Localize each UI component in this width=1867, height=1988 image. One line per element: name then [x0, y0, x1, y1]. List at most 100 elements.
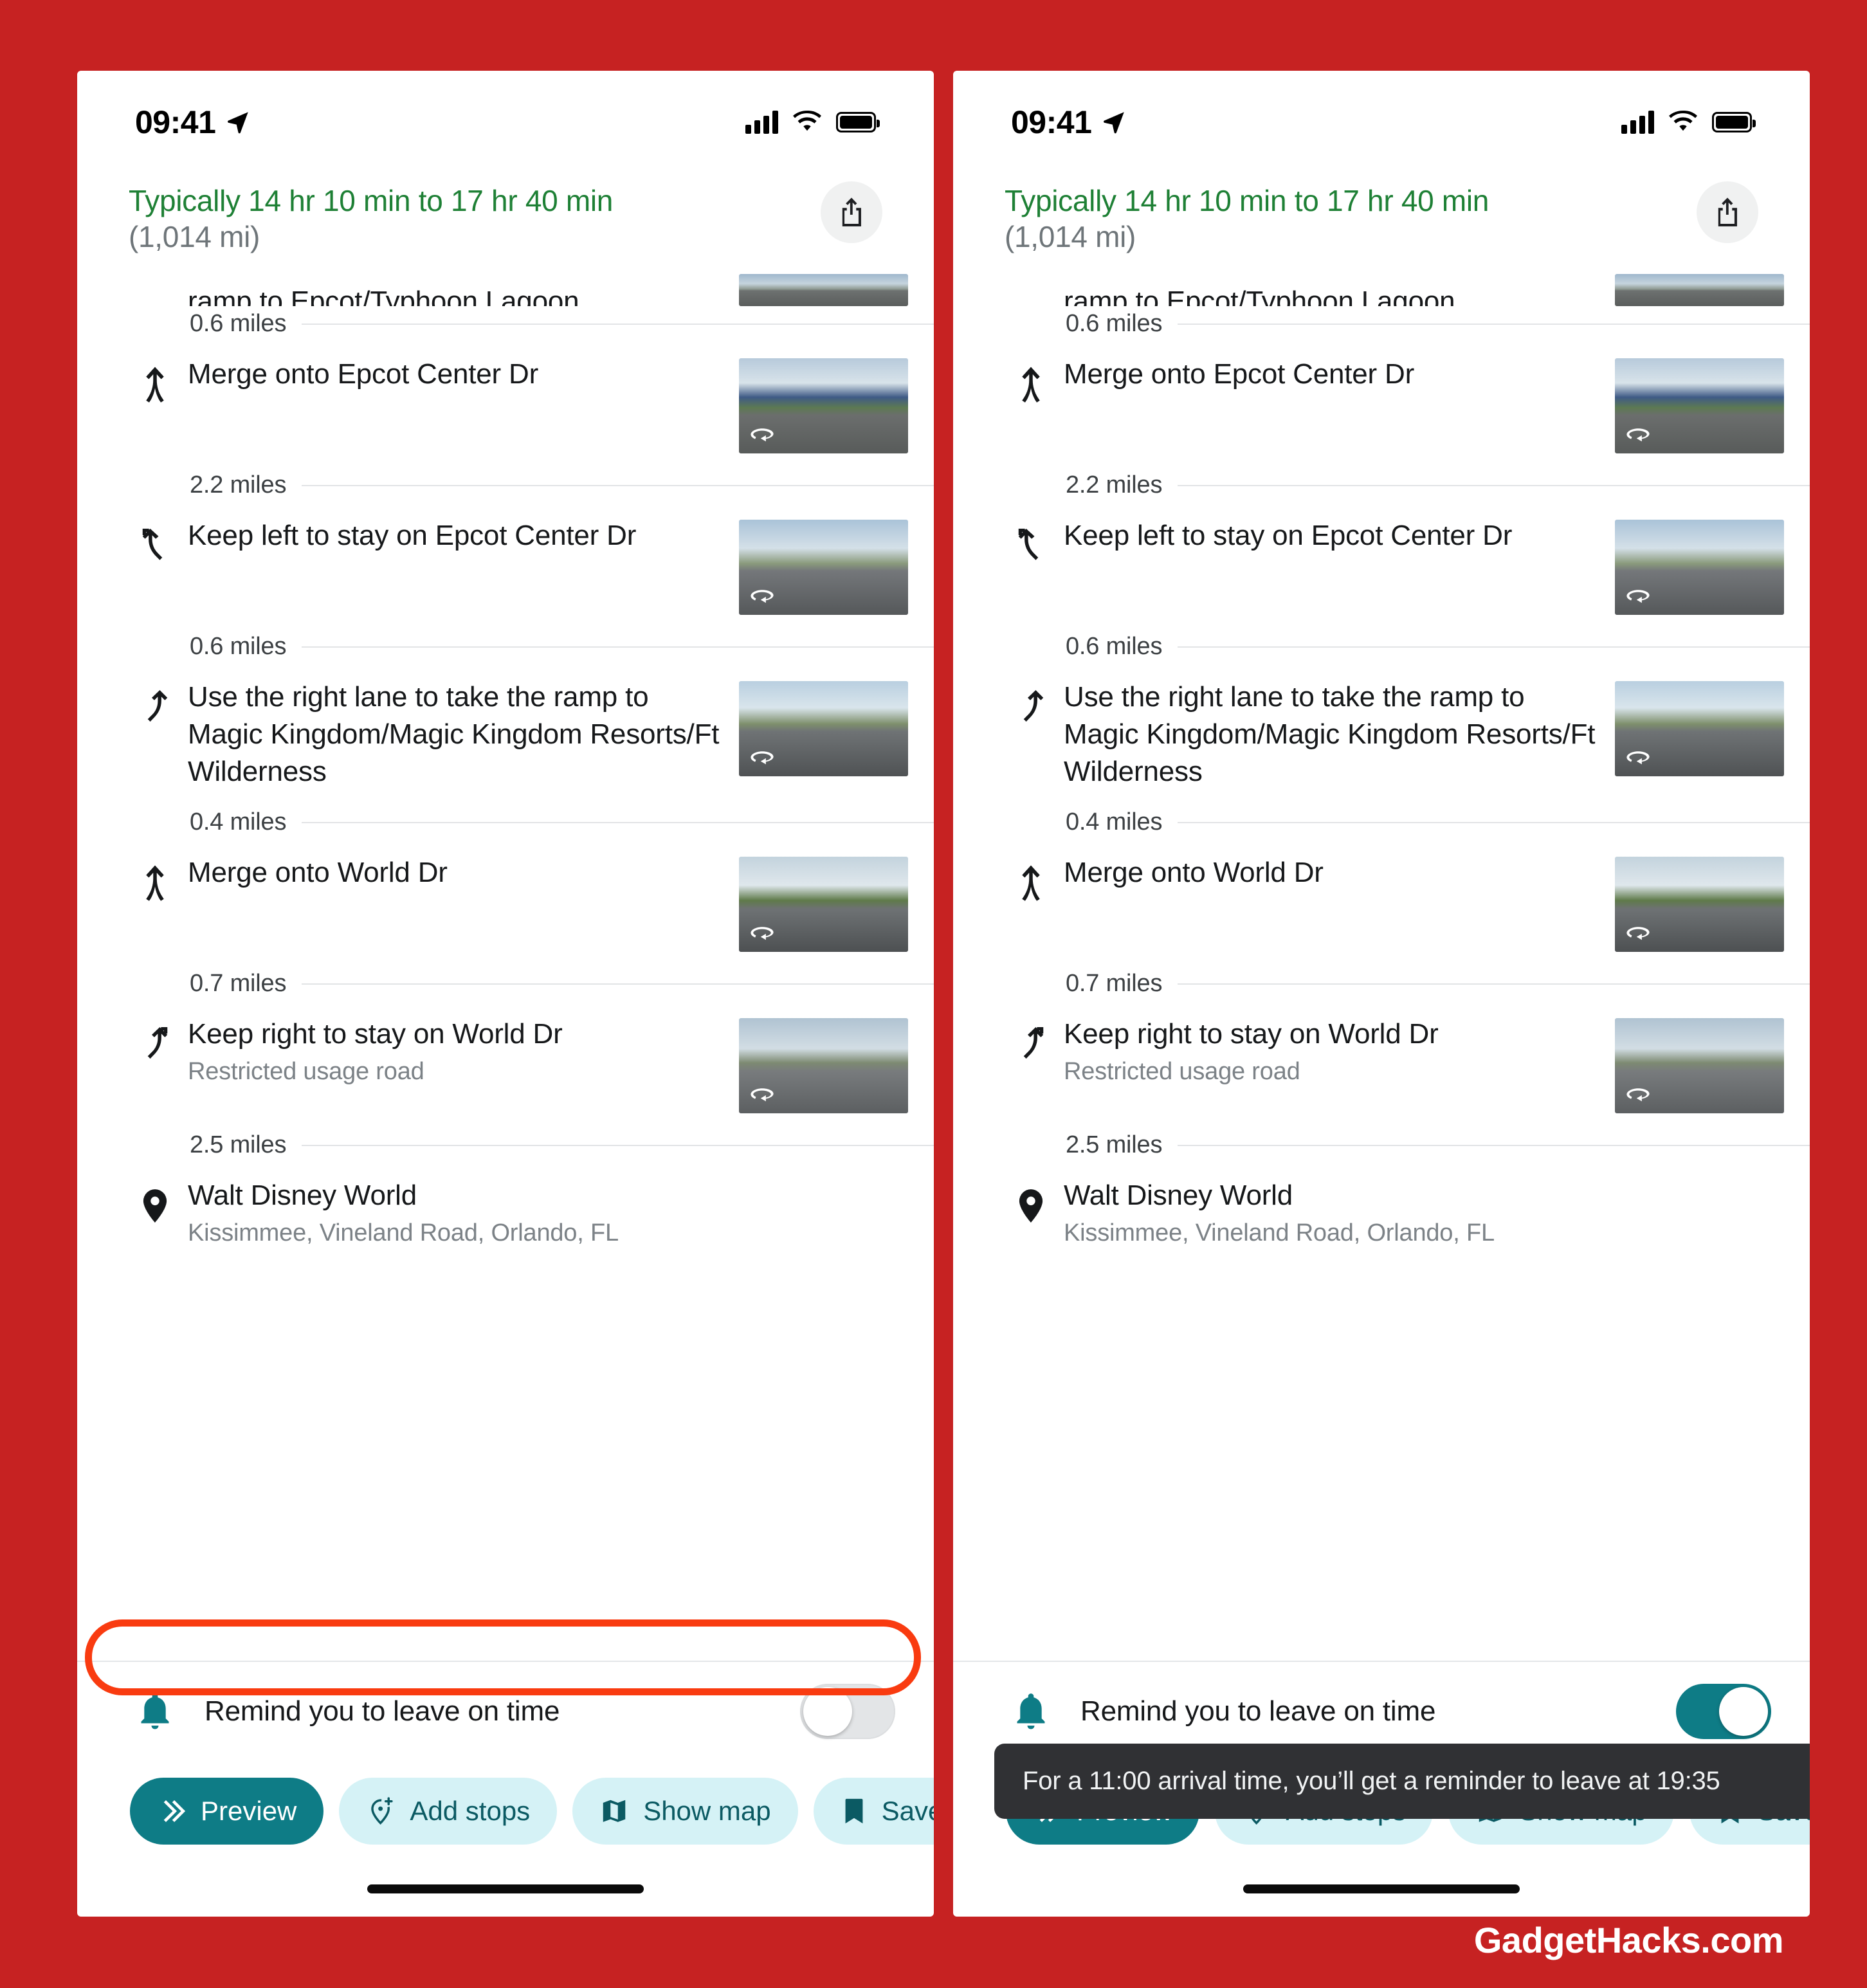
- add-stops-button[interactable]: Add stops: [339, 1778, 558, 1845]
- reminder-label: Remind you to leave on time: [205, 1695, 560, 1727]
- toast-message: For a 11:00 arrival time, you’ll get a r…: [1023, 1767, 1720, 1795]
- destination-row[interactable]: Walt Disney World Kissimmee, Vineland Ro…: [77, 1163, 934, 1263]
- pano-rotate-icon: [751, 1088, 774, 1102]
- street-view-thumbnail[interactable]: [739, 274, 908, 307]
- wifi-icon: [1669, 111, 1697, 131]
- distance-divider: 0.6 miles: [953, 629, 1810, 664]
- pano-rotate-icon: [1626, 590, 1650, 603]
- divider-line: [1178, 1144, 1810, 1146]
- status-bar-right: 09:41: [953, 71, 1810, 174]
- status-left-group: 09:41: [135, 104, 251, 141]
- step-row[interactable]: Keep right to stay on World Dr Restricte…: [77, 1001, 934, 1127]
- step-row[interactable]: Use the right lane to take the ramp to M…: [77, 664, 934, 805]
- steps-list-left[interactable]: ramp to Epcot/Typhoon Lagoon 0.6 miles M…: [77, 266, 934, 1661]
- street-view-thumbnail[interactable]: [1615, 274, 1784, 307]
- street-view-thumbnail[interactable]: [739, 1018, 908, 1114]
- chevrons-right-icon: [163, 1800, 186, 1823]
- pano-rotate-icon: [751, 751, 774, 765]
- distance-label: 0.4 miles: [1066, 808, 1163, 836]
- step-row[interactable]: Merge onto Epcot Center Dr: [953, 342, 1810, 468]
- cellular-bars-icon: [745, 111, 778, 134]
- destination-address: Kissimmee, Vineland Road, Orlando, FL: [1064, 1219, 1495, 1246]
- step-row[interactable]: Merge onto World Dr: [953, 840, 1810, 966]
- share-button[interactable]: [1697, 181, 1758, 243]
- reminder-row-left[interactable]: Remind you to leave on time: [77, 1662, 934, 1761]
- divider-line: [1178, 646, 1810, 648]
- clipped-step-row[interactable]: ramp to Epcot/Typhoon Lagoon: [953, 266, 1810, 307]
- step-row[interactable]: Merge onto Epcot Center Dr: [77, 342, 934, 468]
- destination-body: Walt Disney World Kissimmee, Vineland Ro…: [1056, 1177, 1784, 1248]
- pano-rotate-icon: [1626, 1088, 1650, 1102]
- destination-address: Kissimmee, Vineland Road, Orlando, FL: [188, 1219, 619, 1246]
- divider-line: [1178, 821, 1810, 823]
- home-indicator-right: [953, 1861, 1810, 1917]
- street-view-thumbnail[interactable]: [1615, 857, 1784, 953]
- wifi-icon: [793, 111, 821, 131]
- bell-icon: [130, 1692, 180, 1731]
- step-body: Merge onto World Dr: [1056, 854, 1615, 891]
- reminder-toast: For a 11:00 arrival time, you’ll get a r…: [994, 1744, 1810, 1819]
- reminder-toggle[interactable]: [1676, 1684, 1771, 1739]
- cellular-bars-icon: [1621, 111, 1654, 134]
- divider-line: [1178, 484, 1810, 486]
- step-row[interactable]: Merge onto World Dr: [77, 840, 934, 966]
- action-bar-left[interactable]: Preview Add stops Show map Save: [77, 1761, 934, 1861]
- show-map-button[interactable]: Show map: [572, 1778, 798, 1845]
- keep-right-icon: [130, 1019, 180, 1070]
- battery-full-icon: [836, 112, 880, 132]
- step-row[interactable]: Keep right to stay on World Dr Restricte…: [953, 1001, 1810, 1127]
- toggle-knob: [803, 1687, 852, 1736]
- watermark: GadgetHacks.com: [1473, 1920, 1784, 1960]
- distance-divider: 2.5 miles: [953, 1127, 1810, 1163]
- step-body: Keep left to stay on Epcot Center Dr: [1056, 517, 1615, 554]
- add-stops-label: Add stops: [410, 1796, 531, 1826]
- street-view-thumbnail[interactable]: [1615, 520, 1784, 616]
- step-text: Merge onto World Dr: [188, 857, 448, 889]
- step-body: Merge onto World Dr: [180, 854, 739, 891]
- step-row[interactable]: Keep left to stay on Epcot Center Dr: [953, 503, 1810, 629]
- home-indicator-left: [77, 1861, 934, 1917]
- step-text: Merge onto World Dr: [1064, 857, 1324, 889]
- distance-text: (1,014 mi): [1005, 220, 1136, 254]
- step-body: Use the right lane to take the ramp to M…: [1056, 679, 1615, 790]
- share-button[interactable]: [821, 181, 882, 243]
- step-body: Keep right to stay on World Dr Restricte…: [1056, 1016, 1615, 1087]
- destination-body: Walt Disney World Kissimmee, Vineland Ro…: [180, 1177, 908, 1248]
- street-view-thumbnail[interactable]: [1615, 358, 1784, 454]
- clipped-step-text: ramp to Epcot/Typhoon Lagoon: [188, 286, 579, 307]
- divider-line: [302, 646, 934, 648]
- street-view-thumbnail[interactable]: [739, 681, 908, 777]
- distance-label: 0.7 miles: [1066, 970, 1163, 998]
- preview-button[interactable]: Preview: [130, 1778, 324, 1845]
- divider-line: [302, 323, 934, 325]
- ramp-right-icon: [1006, 682, 1056, 733]
- pano-rotate-icon: [751, 590, 774, 603]
- status-time: 09:41: [135, 104, 216, 140]
- street-view-thumbnail[interactable]: [739, 358, 908, 454]
- destination-row[interactable]: Walt Disney World Kissimmee, Vineland Ro…: [953, 1163, 1810, 1263]
- distance-label: 2.5 miles: [1066, 1131, 1163, 1159]
- street-view-thumbnail[interactable]: [1615, 1018, 1784, 1114]
- step-row[interactable]: Keep left to stay on Epcot Center Dr: [77, 503, 934, 629]
- clipped-step-row[interactable]: ramp to Epcot/Typhoon Lagoon: [77, 266, 934, 307]
- step-text: Keep left to stay on Epcot Center Dr: [188, 520, 637, 552]
- distance-divider: 0.6 miles: [953, 306, 1810, 342]
- distance-label: 0.7 miles: [190, 970, 287, 998]
- street-view-thumbnail[interactable]: [1615, 681, 1784, 777]
- step-row[interactable]: Use the right lane to take the ramp to M…: [953, 664, 1810, 805]
- street-view-thumbnail[interactable]: [739, 520, 908, 616]
- distance-label: 0.6 miles: [190, 633, 287, 661]
- bookmark-icon: [845, 1798, 863, 1824]
- route-summary: Typically 14 hr 10 min to 17 hr 40 min (…: [1005, 181, 1489, 255]
- save-button[interactable]: Save: [813, 1778, 934, 1845]
- pano-rotate-icon: [751, 428, 774, 442]
- step-text: Merge onto Epcot Center Dr: [1064, 358, 1415, 390]
- street-view-thumbnail[interactable]: [739, 857, 908, 953]
- status-right-group: [1621, 111, 1756, 134]
- distance-label: 2.2 miles: [190, 471, 287, 499]
- steps-list-right[interactable]: ramp to Epcot/Typhoon Lagoon 0.6 miles M…: [953, 266, 1810, 1661]
- reminder-toggle[interactable]: [800, 1684, 895, 1739]
- distance-divider: 2.2 miles: [953, 468, 1810, 503]
- divider-line: [1178, 323, 1810, 325]
- distance-divider: 0.4 miles: [953, 805, 1810, 840]
